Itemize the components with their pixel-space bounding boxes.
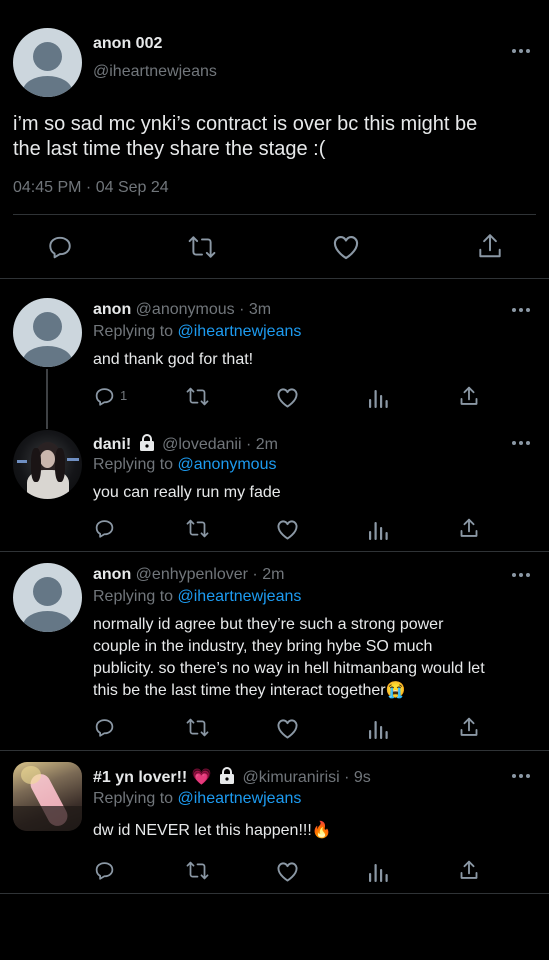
views-icon[interactable]	[369, 388, 388, 408]
like-icon[interactable]	[276, 519, 299, 540]
reply-text-line: this be the last time they interact toge…	[93, 682, 406, 699]
replying-prefix: Replying to	[93, 790, 174, 807]
share-icon[interactable]	[459, 859, 479, 881]
replying-prefix: Replying to	[93, 456, 174, 473]
divider	[0, 551, 549, 552]
reply-text: and thank god for that!	[93, 351, 254, 368]
more-icon[interactable]	[512, 307, 530, 313]
replying-to-line: Replying to @anonymous	[93, 456, 276, 474]
more-icon[interactable]	[512, 440, 530, 446]
reply-header: #1 yn lover!! 💗 @kimuranirisi · 9s	[93, 767, 371, 789]
reply-count: 1	[120, 388, 128, 403]
replying-to-line: Replying to @iheartnewjeans	[93, 588, 301, 606]
replying-to-link[interactable]: @iheartnewjeans	[178, 323, 302, 340]
thread-line	[46, 369, 48, 429]
reply-handle-time[interactable]: @enhypenlover · 2m	[136, 566, 285, 583]
like-icon[interactable]	[276, 861, 299, 882]
lock-icon	[139, 434, 155, 456]
lock-icon	[219, 767, 235, 789]
more-icon[interactable]	[512, 48, 530, 54]
replying-prefix: Replying to	[93, 588, 174, 605]
reply-icon[interactable]	[94, 386, 115, 407]
divider	[0, 278, 549, 279]
reply-handle-time[interactable]: @lovedanii · 2m	[162, 436, 278, 453]
reply-avatar[interactable]	[13, 430, 82, 499]
more-icon[interactable]	[512, 773, 530, 779]
main-tweet-text-line1: i’m so sad mc ynki’s contract is over bc…	[13, 113, 478, 135]
share-icon[interactable]	[459, 385, 479, 407]
reply-text-line: normally id agree but they’re such a str…	[93, 616, 444, 633]
reply-avatar[interactable]	[13, 298, 82, 367]
main-tweet-handle[interactable]: @iheartnewjeans	[93, 63, 217, 81]
reply-avatar[interactable]	[13, 563, 82, 632]
retweet-icon[interactable]	[186, 717, 209, 738]
like-icon[interactable]	[276, 718, 299, 739]
reply-text: you can really run my fade	[93, 484, 281, 501]
reply-text: dw id NEVER let this happen!!!🔥	[93, 822, 332, 839]
views-icon[interactable]	[369, 520, 388, 540]
reply-header: anon @anonymous · 3m	[93, 301, 271, 319]
divider	[0, 893, 549, 894]
reply-header: anon @enhypenlover · 2m	[93, 566, 284, 584]
retweet-icon[interactable]	[188, 234, 216, 260]
reply-display-name[interactable]: anon	[93, 301, 131, 318]
reply-icon[interactable]	[94, 518, 115, 539]
reply-display-name[interactable]: #1 yn lover!! 💗	[93, 769, 212, 786]
more-icon[interactable]	[512, 572, 530, 578]
share-icon[interactable]	[459, 517, 479, 539]
reply-handle-time[interactable]: @kimuranirisi · 9s	[243, 769, 371, 786]
reply-icon[interactable]	[47, 234, 73, 260]
reply-display-name[interactable]: anon	[93, 566, 131, 583]
divider	[0, 750, 549, 751]
views-icon[interactable]	[369, 862, 388, 882]
reply-display-name[interactable]: dani!	[93, 436, 131, 453]
reply-avatar[interactable]	[13, 762, 82, 831]
main-tweet-display-name[interactable]: anon 002	[93, 35, 162, 53]
retweet-icon[interactable]	[186, 386, 209, 407]
replying-to-line: Replying to @iheartnewjeans	[93, 323, 301, 341]
reply-text-line: publicity. so there’s no way in hell hit…	[93, 660, 485, 677]
main-tweet-text-line2: the last time they share the stage :(	[13, 138, 326, 160]
replying-to-line: Replying to @iheartnewjeans	[93, 790, 301, 808]
replying-to-link[interactable]: @anonymous	[178, 456, 277, 473]
share-icon[interactable]	[477, 232, 503, 260]
divider	[13, 214, 536, 215]
replying-to-link[interactable]: @iheartnewjeans	[178, 790, 302, 807]
like-icon[interactable]	[276, 387, 299, 408]
main-tweet-avatar[interactable]	[13, 28, 82, 97]
like-icon[interactable]	[332, 234, 360, 260]
reply-handle-time[interactable]: @anonymous · 3m	[136, 301, 271, 318]
views-icon[interactable]	[369, 719, 388, 739]
reply-text-line: couple in the industry, they bring hybe …	[93, 638, 433, 655]
reply-icon[interactable]	[94, 860, 115, 881]
replying-to-link[interactable]: @iheartnewjeans	[178, 588, 302, 605]
main-tweet-timestamp[interactable]: 04:45 PM · 04 Sep 24	[13, 179, 169, 197]
retweet-icon[interactable]	[186, 860, 209, 881]
replying-prefix: Replying to	[93, 323, 174, 340]
share-icon[interactable]	[459, 716, 479, 738]
reply-icon[interactable]	[94, 717, 115, 738]
retweet-icon[interactable]	[186, 518, 209, 539]
reply-header: dani! @lovedanii · 2m	[93, 434, 278, 456]
